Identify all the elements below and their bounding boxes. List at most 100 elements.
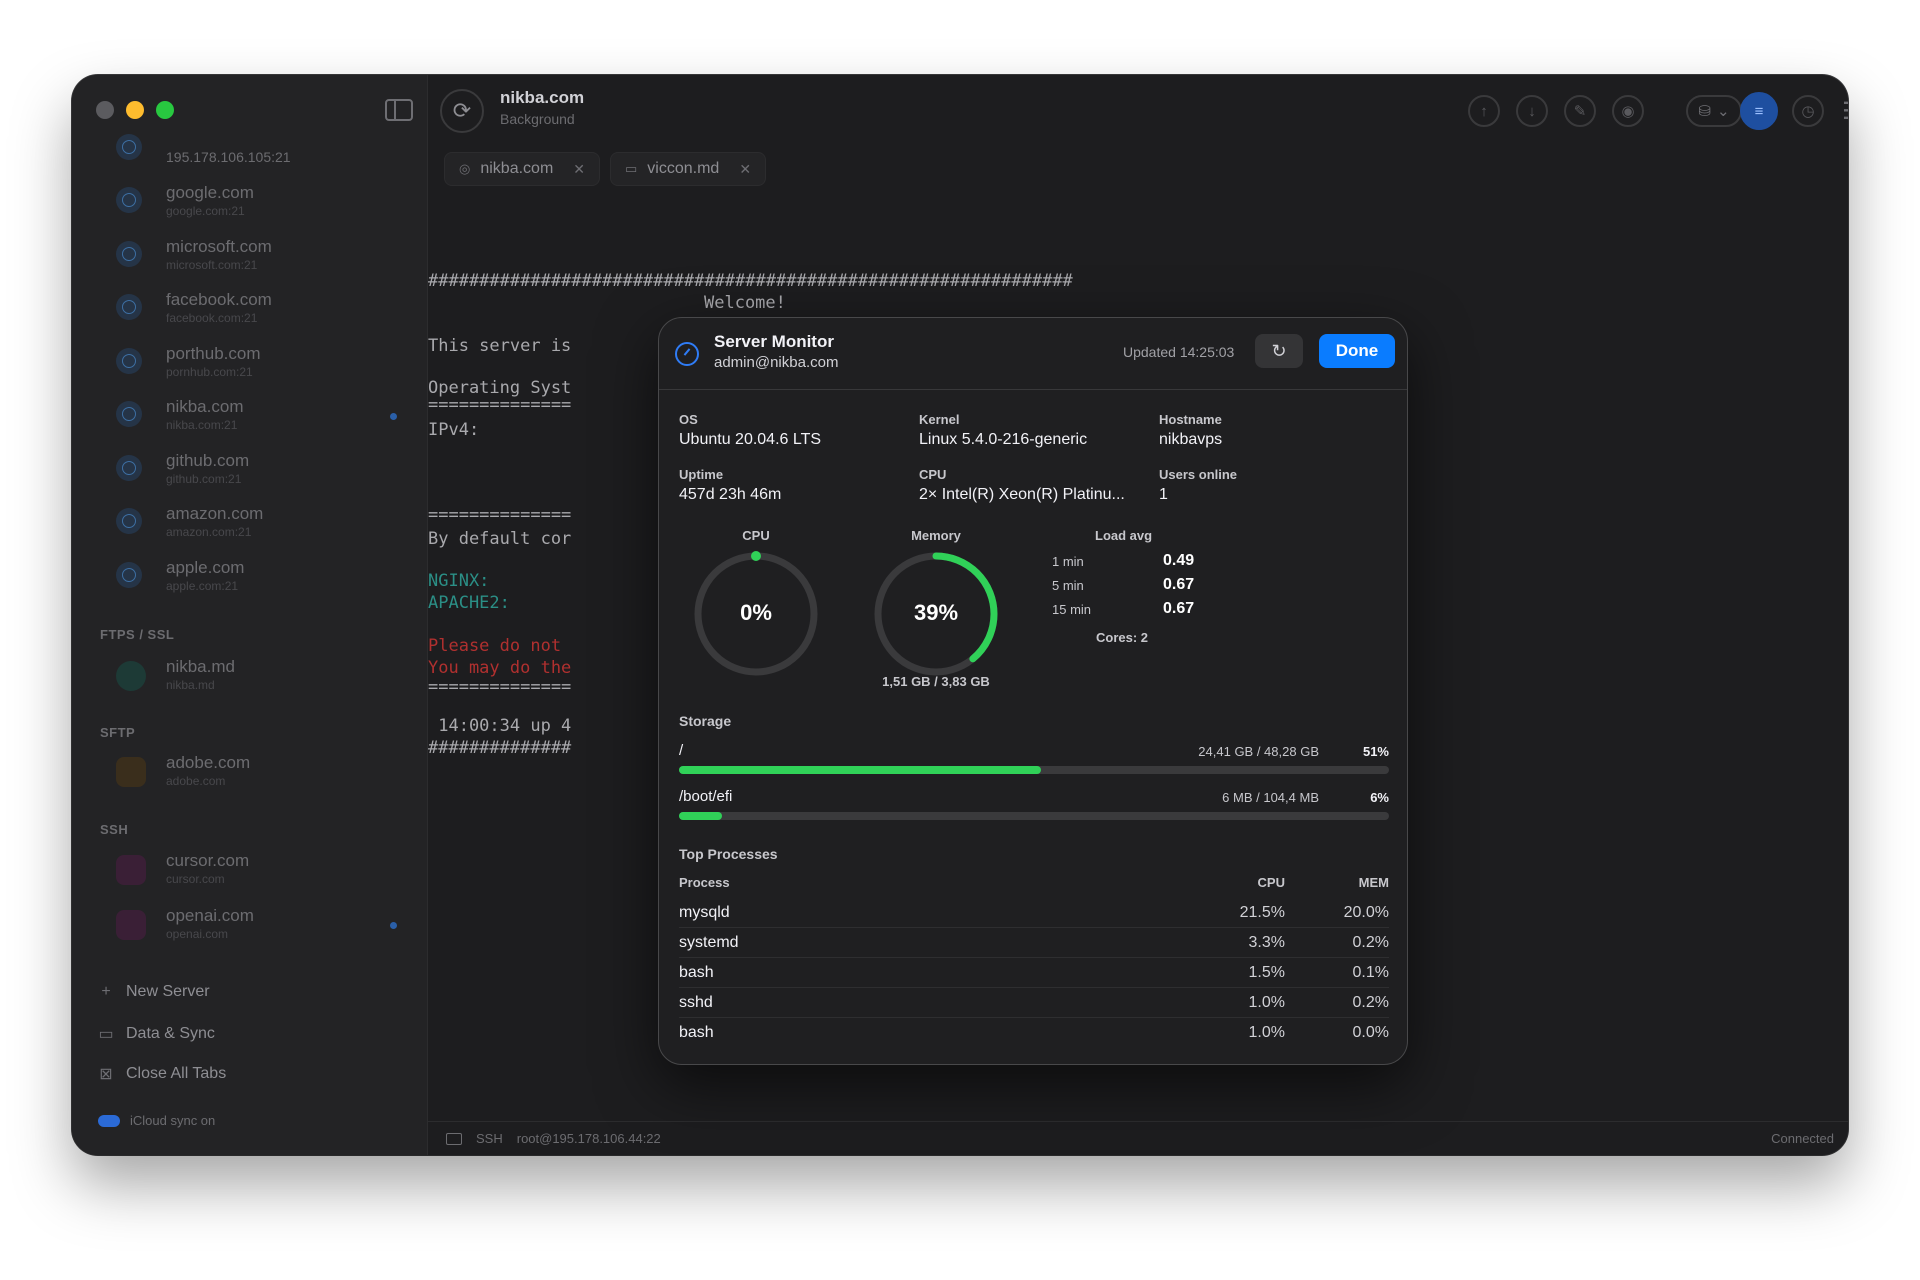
active-session-dot	[390, 922, 397, 929]
load-avg-title: Load avg	[1095, 528, 1153, 543]
dialog-account: admin@nikba.com	[714, 354, 839, 371]
process-cpu: 21.5%	[1239, 904, 1285, 921]
cpu-column-header: CPU	[1257, 875, 1285, 890]
maximize-window-button[interactable]	[156, 101, 174, 119]
server-item-openai[interactable]: openai.com openai.com	[72, 900, 428, 950]
close-all-tabs-button[interactable]: ⊠ Close All Tabs	[98, 1064, 226, 1084]
plus-icon: +	[101, 983, 111, 1000]
cpu-gauge-dot	[751, 551, 761, 561]
server-name: adobe.com	[166, 753, 251, 772]
process-row: bash 1.0% 0.0%	[679, 1018, 1389, 1048]
globe-icon	[116, 134, 142, 160]
globe-icon	[116, 561, 142, 588]
uptime-info: Uptime 457d 23h 46m	[679, 467, 781, 504]
menu-icon[interactable]: ☰	[1842, 97, 1848, 126]
terminal-line: IPv4:	[428, 420, 480, 440]
process-mem: 0.0%	[1352, 1024, 1389, 1041]
kernel-info: Kernel Linux 5.4.0-216-generic	[919, 412, 1087, 449]
memory-gauge-value: 39%	[913, 600, 959, 625]
process-row: mysqld 21.5% 20.0%	[679, 898, 1389, 928]
tab-viccon[interactable]: ▭ viccon.md ✕	[610, 152, 767, 186]
globe-icon	[116, 454, 142, 481]
cpu-gauge-label: CPU	[742, 528, 770, 543]
server-item-nikba[interactable]: nikba.com nikba.com:21	[72, 389, 428, 443]
close-tab-icon[interactable]: ✕	[573, 161, 585, 178]
server-address: pornhub.com:21	[166, 364, 253, 379]
gauge-icon[interactable]: ◷	[1792, 95, 1824, 127]
server-name: amazon.com	[166, 504, 264, 523]
mount-point: /	[679, 742, 684, 759]
server-item[interactable]: 195.178.106.105:21	[72, 130, 428, 175]
server-name: microsoft.com	[166, 236, 272, 256]
minimize-window-button[interactable]	[126, 101, 144, 119]
sidebar-toggle-icon[interactable]	[385, 99, 413, 121]
globe-icon	[116, 508, 142, 534]
server-item-facebook[interactable]: facebook.com facebook.com:21	[72, 282, 428, 336]
terminal-line: 14:00:34 up 4	[428, 716, 572, 736]
process-name: mysqld	[679, 904, 730, 921]
server-item-amazon[interactable]: amazon.com amazon.com:21	[72, 496, 428, 550]
process-mem: 0.2%	[1352, 994, 1389, 1011]
edit-icon[interactable]: ✎	[1564, 95, 1596, 127]
cpu-info: CPU 2× Intel(R) Xeon(R) Platinu...	[919, 467, 1125, 504]
done-button[interactable]: Done	[1319, 334, 1395, 368]
refresh-button[interactable]: ↻	[1255, 334, 1303, 368]
os-info: OS Ubuntu 20.04.6 LTS	[679, 412, 821, 449]
terminal-line: You may do the	[428, 658, 572, 678]
close-window-button[interactable]	[96, 101, 114, 119]
new-server-button[interactable]: + New Server	[98, 983, 209, 1001]
storage-bar-fill	[679, 812, 722, 820]
drive-menu-button[interactable]: ⛁ ⌄	[1686, 95, 1742, 127]
server-item-cursor[interactable]: cursor.com cursor.com	[72, 845, 428, 895]
upload-icon[interactable]: ↑	[1468, 95, 1500, 127]
kernel-label: Kernel	[919, 412, 960, 427]
active-session-dot	[390, 413, 397, 420]
load-key: 1 min	[1052, 554, 1084, 569]
process-cpu: 3.3%	[1248, 934, 1285, 951]
storage-bar	[679, 766, 1389, 774]
connection-address: root@195.178.106.44:22	[516, 1131, 661, 1146]
tab-nikba[interactable]: ◎ nikba.com ✕	[444, 152, 600, 186]
dialog-header: Server Monitor admin@nikba.com Updated 1…	[659, 318, 1407, 390]
process-row: sshd 1.0% 0.2%	[679, 988, 1389, 1018]
server-item-google[interactable]: google.com google.com:21	[72, 175, 428, 229]
process-mem: 0.2%	[1352, 934, 1389, 951]
hostname-label: Hostname	[1159, 412, 1222, 427]
load-value: 0.49	[1163, 552, 1195, 569]
download-icon[interactable]: ↓	[1516, 95, 1548, 127]
eye-icon[interactable]: ◉	[1612, 95, 1644, 127]
process-mem: 0.1%	[1352, 964, 1389, 981]
terminal-view-icon[interactable]: ≡	[1740, 92, 1778, 130]
mem-column-header: MEM	[1358, 875, 1389, 890]
reconnect-button[interactable]: ⟳	[440, 89, 484, 133]
drive-icon: ⛁	[1698, 103, 1711, 120]
server-item-adobe[interactable]: adobe.com adobe.com	[72, 747, 428, 797]
close-tab-icon[interactable]: ✕	[739, 161, 751, 178]
hostname-value: nikbavps	[1159, 431, 1223, 448]
protocol-label: SSH	[476, 1131, 503, 1146]
terminal-line: APACHE2:	[428, 593, 510, 613]
server-item-nikba-md[interactable]: nikba.md nikba.md	[72, 651, 428, 701]
toolbar: ⟳ nikba.com Background ↑ ↓ ✎ ◉ ⛁⌄ ≡ ◷ ☰	[428, 75, 1848, 145]
shield-icon	[116, 661, 146, 691]
status-bar: SSH root@195.178.106.44:22 Connected	[428, 1121, 1848, 1155]
server-item-github[interactable]: github.com github.com:21	[72, 443, 428, 497]
terminal-line: Welcome!	[704, 293, 786, 313]
server-item-microsoft[interactable]: microsoft.com microsoft.com:21	[72, 229, 428, 283]
globe-icon	[116, 187, 142, 213]
server-address: github.com:21	[166, 471, 242, 486]
server-item-apple[interactable]: apple.com apple.com:21	[72, 550, 428, 604]
storage-used: 6 MB / 104,4 MB	[1222, 790, 1319, 805]
server-address: amazon.com:21	[166, 525, 252, 539]
data-sync-button[interactable]: ▭ Data & Sync	[98, 1024, 215, 1044]
server-monitor-dialog: Server Monitor admin@nikba.com Updated 1…	[658, 317, 1408, 1065]
dialog-title: Server Monitor	[714, 332, 834, 351]
server-address: nikba.com:21	[166, 418, 238, 432]
cloud-icon	[98, 1114, 120, 1127]
section-header-ftps: FTPS / SSL	[100, 627, 175, 642]
server-item-porthub[interactable]: porthub.com pornhub.com:21	[72, 336, 428, 390]
icloud-label: iCloud sync on	[130, 1113, 216, 1128]
globe-icon: ◎	[459, 161, 471, 176]
window-subtitle: Background	[500, 111, 575, 127]
server-name: facebook.com	[166, 290, 272, 309]
